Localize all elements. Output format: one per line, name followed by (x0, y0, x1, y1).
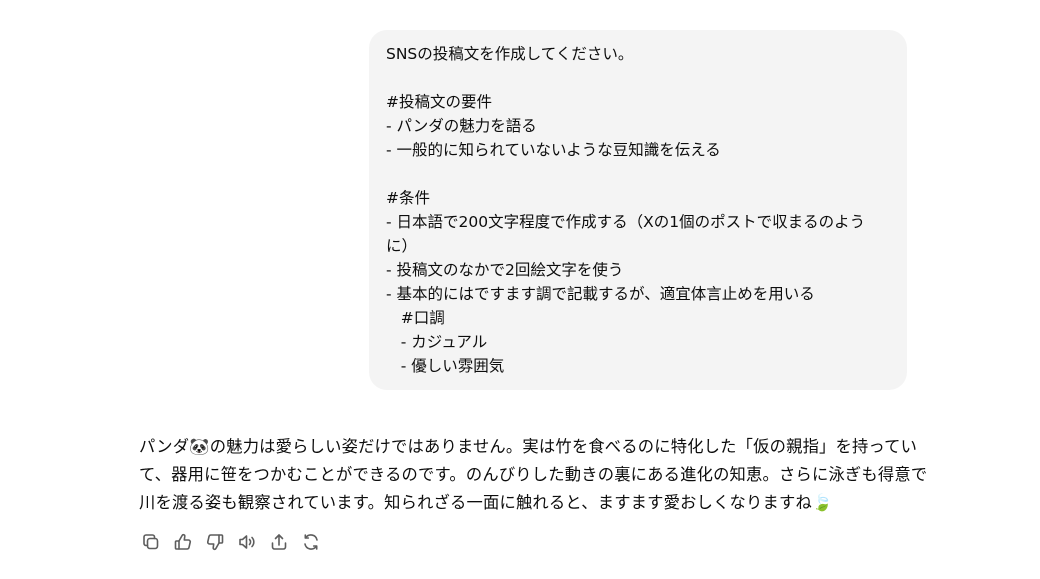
read-aloud-button[interactable] (235, 530, 259, 554)
message-actions-bar (139, 530, 323, 554)
user-message-line: - 日本語で200文字程度で作成する（Xの1個のポストで収まるのよう (386, 213, 866, 231)
user-message-line: に） (386, 237, 418, 255)
user-message-line: - 優しい雰囲気 (386, 357, 505, 375)
user-message-line: - カジュアル (386, 333, 488, 351)
user-message-line (386, 66, 891, 90)
user-message-line (386, 162, 891, 186)
regenerate-icon (304, 534, 318, 550)
copy-button[interactable] (139, 530, 163, 554)
user-message-line: #条件 (386, 189, 430, 207)
thumbs-down-icon (206, 534, 224, 551)
user-message-line: - パンダの魅力を語る (386, 117, 537, 135)
share-button[interactable] (267, 530, 291, 554)
read-aloud-icon (239, 535, 255, 549)
good-response-button[interactable] (171, 530, 195, 554)
share-icon (271, 534, 287, 550)
copy-icon (143, 534, 159, 550)
user-message-line: - 一般的に知られていないような豆知識を伝える (386, 141, 721, 159)
thumbs-up-icon (174, 533, 192, 550)
user-message-bubble: SNSの投稿文を作成してください。 #投稿文の要件 - パンダの魅力を語る - … (369, 30, 907, 390)
bad-response-button[interactable] (203, 530, 227, 554)
user-message-line: #口調 (386, 309, 445, 327)
assistant-message-line: 川を渡る姿も観察されています。知られざる一面に触れると、ますます愛おしくなります… (139, 493, 833, 512)
regenerate-button[interactable] (299, 530, 323, 554)
assistant-message-line: パンダ🐼の魅力は愛らしい姿だけではありません。実は竹を食べるのに特化した「仮の親… (139, 437, 918, 456)
assistant-message: パンダ🐼の魅力は愛らしい姿だけではありません。実は竹を食べるのに特化した「仮の親… (139, 433, 928, 517)
user-message-line: SNSの投稿文を作成してください。 (386, 45, 634, 63)
user-message-line: #投稿文の要件 (386, 93, 492, 111)
assistant-message-line: て、器用に笹をつかむことができるのです。のんびりした動きの裏にある進化の知恵。さ… (139, 465, 928, 484)
user-message-line: - 基本的にはですます調で記載するが、適宜体言止めを用いる (386, 285, 815, 303)
user-message-line: - 投稿文のなかで2回絵文字を使う (386, 261, 624, 279)
